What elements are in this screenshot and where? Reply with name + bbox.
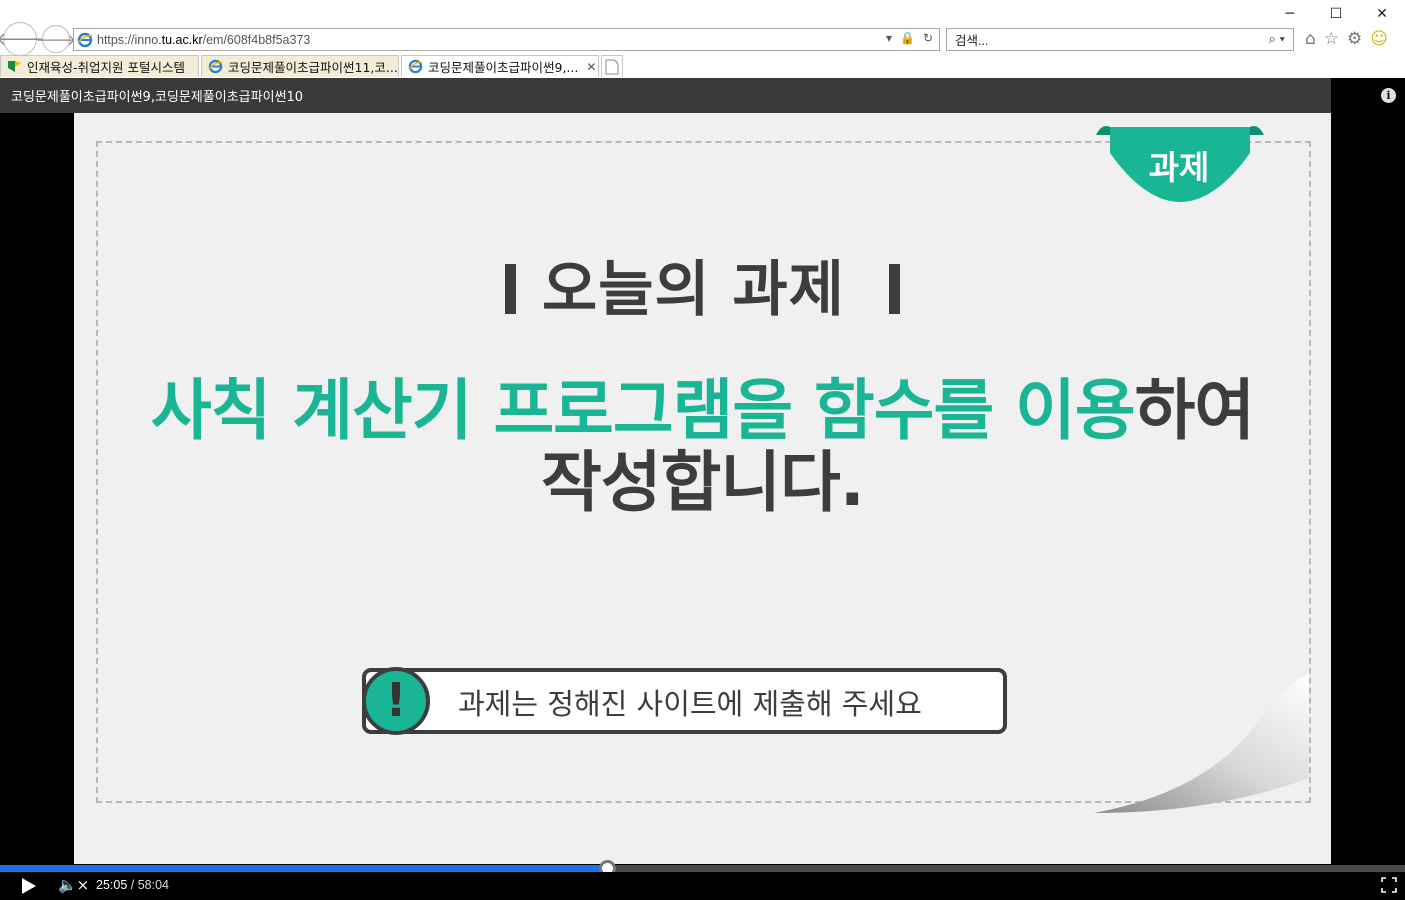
search-input[interactable]: 검색... ⌕ ▾ — [946, 28, 1294, 51]
play-icon[interactable] — [22, 878, 36, 894]
progress-bar[interactable] — [0, 860, 1405, 877]
maximize-button[interactable]: ☐ — [1313, 0, 1359, 28]
info-icon[interactable]: i — [1381, 88, 1396, 103]
fullscreen-icon[interactable] — [1381, 877, 1397, 893]
heading-bar-right — [888, 264, 900, 314]
search-placeholder: 검색... — [955, 34, 989, 48]
tab-close-icon[interactable]: ✕ — [586, 60, 596, 74]
tab-label: 코딩문제풀이초급파이썬11,코... — [228, 60, 398, 75]
address-dropdown-icon[interactable]: ▾ — [886, 31, 892, 45]
settings-gear-icon[interactable]: ⚙ — [1347, 29, 1362, 49]
window-controls: ─ ☐ ✕ — [1267, 0, 1405, 28]
mute-icon[interactable]: 🔈× — [58, 876, 89, 894]
task-rest: 하여 — [1134, 372, 1255, 449]
task-description: 사칙 계산기 프로그램을 함수를 이용하여 작성합니다. — [74, 375, 1331, 519]
tab-bar: 인재육성-취업지원 포털시스템 코딩문제풀이초급파이썬11,코... 코딩문제풀… — [0, 55, 625, 77]
url-path: /em/608f4b8f5a373 — [202, 32, 311, 47]
address-bar[interactable]: https://inno. tu.ac.kr/em/608f4b8f5a373 ▾… — [73, 28, 940, 51]
minimize-button[interactable]: ─ — [1267, 0, 1313, 28]
tab-python9[interactable]: 코딩문제풀이초급파이썬9,... ✕ — [401, 55, 599, 77]
ie-favicon-icon — [208, 59, 223, 74]
current-time: 25:05 — [96, 878, 128, 892]
url-host: tu.ac.kr — [161, 32, 203, 47]
home-icon[interactable]: ⌂ — [1305, 29, 1316, 49]
refresh-icon[interactable]: ↻ — [923, 31, 933, 45]
task-highlight: 사칙 계산기 프로그램을 함수를 이용 — [150, 372, 1136, 449]
search-icon[interactable]: ⌕ ▾ — [1269, 31, 1285, 47]
ie-favicon-icon — [408, 59, 423, 74]
time-separator: / — [127, 878, 138, 892]
forward-arrow-icon: 🡒 — [35, 30, 77, 49]
video-player[interactable]: 코딩문제풀이초급파이썬9,코딩문제풀이초급파이썬10 i 과제 오늘의 과제 사… — [0, 78, 1405, 900]
close-window-button[interactable]: ✕ — [1359, 0, 1405, 28]
video-title: 코딩문제풀이초급파이썬9,코딩문제풀이초급파이썬10 — [0, 78, 1331, 113]
back-button[interactable]: 🡐 — [0, 22, 44, 56]
time-display: 25:05 / 58:04 — [96, 878, 169, 892]
heading-text: 오늘의 과제 — [542, 255, 845, 325]
exclamation-icon: ! — [362, 667, 430, 735]
total-time: 58:04 — [137, 878, 169, 892]
title-bar-right: i — [1331, 78, 1405, 113]
page-curl-decoration — [1094, 673, 1309, 813]
ie-icon — [77, 32, 93, 47]
notice-text: 과제는 정해진 사이트에 제출해 주세요 — [458, 687, 922, 721]
task-line2: 작성합니다. — [541, 444, 865, 521]
portal-favicon-icon — [8, 61, 21, 72]
lecture-slide: 과제 오늘의 과제 사칙 계산기 프로그램을 함수를 이용하여 작성합니다. !… — [74, 113, 1331, 864]
feedback-smiley-icon[interactable]: ☺ — [1370, 29, 1388, 49]
forward-button[interactable]: 🡒 — [36, 25, 76, 53]
tab-portal[interactable]: 인재육성-취업지원 포털시스템 — [0, 55, 199, 77]
assignment-badge: 과제 — [1148, 148, 1210, 187]
tab-label: 인재육성-취업지원 포털시스템 — [27, 60, 185, 75]
progress-fill — [0, 865, 607, 872]
address-tools: ▾ 🔒 ↻ — [886, 31, 933, 45]
lock-icon[interactable]: 🔒 — [900, 31, 915, 45]
favorites-star-icon[interactable]: ☆ — [1324, 29, 1339, 49]
heading-bar-left — [505, 264, 517, 314]
new-tab-icon — [605, 59, 619, 74]
browser-tools: ⌂ ☆ ⚙ ☺ — [1305, 29, 1388, 49]
tab-label: 코딩문제풀이초급파이썬9,... — [428, 60, 579, 75]
new-tab-button[interactable] — [601, 55, 623, 77]
url-prefix: https://inno. — [97, 32, 162, 47]
slide-heading: 오늘의 과제 — [74, 241, 1331, 328]
tab-python11[interactable]: 코딩문제풀이초급파이썬11,코... — [201, 55, 399, 77]
control-bar: 🔈× 25:05 / 58:04 — [0, 872, 1405, 900]
